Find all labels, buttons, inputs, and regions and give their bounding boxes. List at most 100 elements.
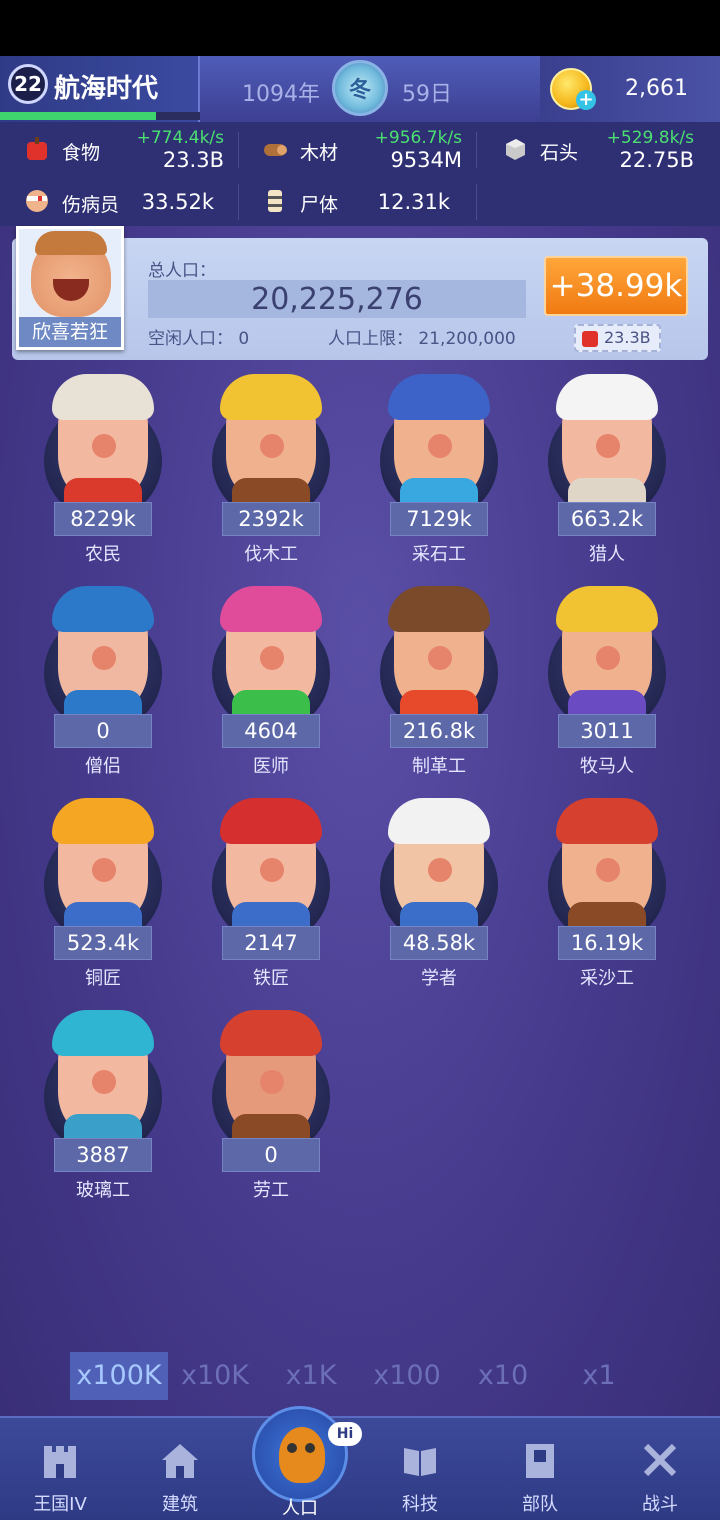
wood-rate: +956.7k/s [374,128,462,148]
unit-name: 采石工 [412,544,466,565]
unit-count: 4604 [222,714,320,748]
population-unit[interactable]: 523.4k 铜匠 [28,798,178,992]
unit-character-icon [556,374,658,508]
resource-wood[interactable]: 木材 +956.7k/s 9534M [262,122,462,174]
nav-population[interactable] [252,1406,348,1502]
unit-character-icon [388,798,490,932]
population-limit: 人口上限： 21,200,000 [328,329,516,349]
unit-count: 16.19k [558,926,656,960]
population-unit[interactable]: 2392k 伐木工 [196,374,346,568]
unit-hair [52,1010,154,1056]
unit-character-icon [52,374,154,508]
nav-kingdom-label: 王国IV [33,1494,87,1515]
leader-face-icon [31,231,111,317]
population-unit[interactable]: 16.19k 采沙工 [532,798,682,992]
unit-name: 劳工 [253,1180,289,1201]
stone-rate: +529.8k/s [606,128,694,148]
population-unit[interactable]: 2147 铁匠 [196,798,346,992]
resource-stone[interactable]: 石头 +529.8k/s 22.75B [502,122,694,174]
population-unit[interactable]: 3887 玻璃工 [28,1010,178,1204]
nav-build[interactable]: 建筑 [130,1430,230,1518]
unit-count: 216.8k [390,714,488,748]
population-unit[interactable]: 48.58k 学者 [364,798,514,992]
food-cost-value: 23.3B [604,328,651,347]
population-unit[interactable]: 8229k 农民 [28,374,178,568]
multiplier-x10k[interactable]: x10K [166,1352,264,1400]
unit-character-icon [388,374,490,508]
population-unit[interactable]: 4604 医师 [196,586,346,780]
unit-count: 523.4k [54,926,152,960]
unit-nose [92,434,116,458]
nav-population-label: 人口 [282,1498,318,1519]
apple-icon [27,137,47,160]
unit-count: 0 [222,1138,320,1172]
unit-name: 玻璃工 [76,1180,130,1201]
apple-icon [582,331,598,347]
era-name: 航海时代 [54,74,159,104]
unit-character-icon [220,798,322,932]
nav-battle[interactable]: 战斗 [610,1430,710,1518]
multiplier-x100[interactable]: x100 [358,1352,456,1400]
unit-count: 663.2k [558,502,656,536]
unit-hair [220,374,322,420]
unit-character-icon [556,586,658,720]
year-label: 1094年 [242,82,320,107]
resource-corpses[interactable]: 尸体 12.31k [262,174,450,226]
game-screen: 22 航海时代 1094年 冬 59日 + 2,661 食物 +774.4k/s… [0,56,720,1520]
era-emblem-icon: 22 [8,64,48,104]
unit-character-icon [388,586,490,720]
nav-kingdom[interactable]: 王国IV [10,1430,110,1518]
unit-character-icon [52,1010,154,1144]
food-amount: 23.3B [162,148,224,172]
resource-panel: 食物 +774.4k/s 23.3B 木材 +956.7k/s 9534M 石头… [0,122,720,226]
unit-character-icon [52,798,154,932]
population-unit[interactable]: 7129k 采石工 [364,374,514,568]
unit-character-icon [220,1010,322,1144]
unit-name: 医师 [253,756,289,777]
nav-tech-label: 科技 [402,1494,438,1515]
unit-count: 48.58k [390,926,488,960]
wounded-label: 伤病员 [62,194,120,216]
season-badge[interactable]: 冬 [332,60,388,116]
corpse-icon [268,190,282,212]
house-icon [162,1444,198,1478]
gold-panel[interactable]: + 2,661 [540,56,720,122]
population-unit[interactable]: 216.8k 制革工 [364,586,514,780]
unit-name: 学者 [421,968,457,989]
unit-name: 僧侣 [85,756,121,777]
unit-hair [52,586,154,632]
stone-block-icon [506,139,525,160]
unit-nose [596,858,620,882]
population-unit[interactable]: 3011 牧马人 [532,586,682,780]
unit-character-icon [556,798,658,932]
era-progress-bar [0,112,200,120]
unit-count: 2392k [222,502,320,536]
leader-portrait[interactable]: 欣喜若狂 [16,226,124,350]
era-panel[interactable]: 22 航海时代 [0,56,200,122]
population-unit[interactable]: 0 劳工 [196,1010,346,1204]
unit-nose [596,434,620,458]
banner-icon [526,1444,554,1478]
nav-army[interactable]: 部队 [490,1430,590,1518]
multiplier-x100k[interactable]: x100K [70,1352,168,1400]
unit-nose [428,858,452,882]
multiplier-x1k[interactable]: x1K [262,1352,360,1400]
multiplier-x1[interactable]: x1 [550,1352,648,1400]
population-growth-button[interactable]: +38.99k [544,256,688,316]
divider [476,132,477,168]
unit-count: 3887 [54,1138,152,1172]
unit-name: 制革工 [412,756,466,777]
day-label: 59日 [402,82,452,107]
nav-tech[interactable]: 科技 [370,1430,470,1518]
divider [238,184,239,220]
stone-label: 石头 [540,142,579,164]
resource-wounded[interactable]: 伤病员 33.52k [24,174,214,226]
population-unit[interactable]: 663.2k 猎人 [532,374,682,568]
multiplier-x10[interactable]: x10 [454,1352,552,1400]
add-gold-icon[interactable]: + [576,90,596,110]
gold-amount: 2,661 [625,76,688,101]
nav-build-label: 建筑 [162,1494,198,1515]
corpses-amount: 12.31k [377,190,450,214]
resource-food[interactable]: 食物 +774.4k/s 23.3B [24,122,224,174]
population-unit[interactable]: 0 僧侣 [28,586,178,780]
